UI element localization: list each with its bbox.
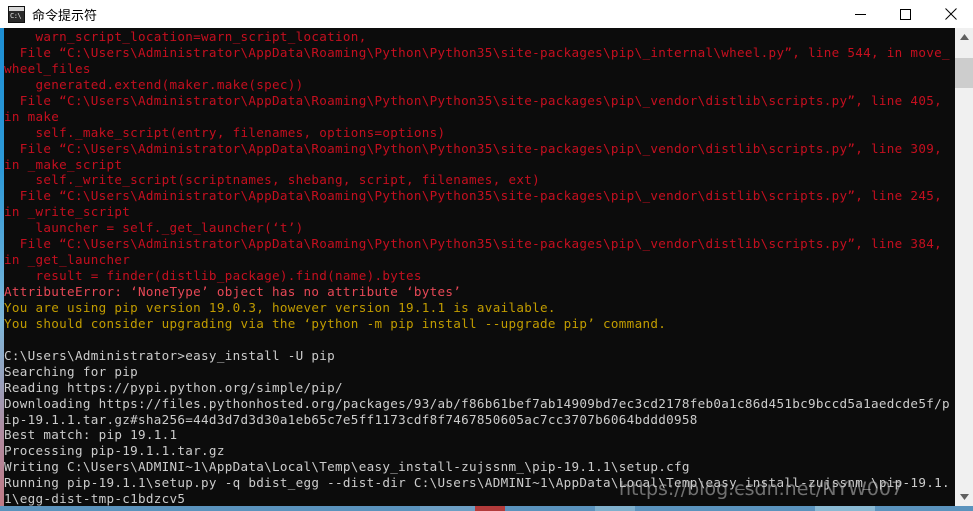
console-line: File “C:\Users\Administrator\AppData\Roa…: [4, 236, 942, 252]
close-button[interactable]: [928, 0, 973, 28]
console-line: result = finder(distlib_package).find(na…: [4, 268, 422, 284]
console-line: in _get_launcher: [4, 252, 131, 268]
console-line: Searching for pip: [4, 363, 138, 379]
console-line: self._make_script(entry, filenames, opti…: [4, 124, 446, 140]
taskbar-segment: [420, 506, 475, 511]
taskbar-segment: [595, 506, 635, 511]
scrollbar-thumb[interactable]: [955, 58, 973, 88]
minimize-button[interactable]: [838, 0, 883, 28]
console-line: Processing pip-19.1.1.tar.gz: [4, 443, 225, 459]
vertical-scrollbar[interactable]: [955, 28, 973, 506]
taskbar-segment: [815, 506, 875, 511]
console-line: generated.extend(maker.make(spec)): [4, 76, 304, 92]
console-line: Best match: pip 19.1.1: [4, 427, 178, 443]
title-bar[interactable]: C:\ 命令提示符: [0, 0, 973, 28]
taskbar-sliver: [0, 506, 973, 511]
taskbar-segment: [505, 506, 595, 511]
taskbar-segment: [0, 506, 420, 511]
title-bar-left: C:\ 命令提示符: [0, 5, 838, 24]
console-line: warn_script_location=warn_script_locatio…: [4, 29, 367, 44]
taskbar-segment: [875, 506, 973, 511]
console-line: 1\egg-dist-tmp-c1bdzcv5: [4, 491, 186, 506]
console-line: Reading https://pypi.python.org/simple/p…: [4, 379, 343, 395]
console-text: warn_script_location=warn_script_locatio…: [4, 28, 955, 506]
console-line-warning: You should consider upgrading via the ‘p…: [4, 315, 667, 331]
console-line: File “C:\Users\Administrator\AppData\Roa…: [4, 44, 950, 60]
console-line-prompt: C:\Users\Administrator>easy_install -U p…: [4, 347, 336, 363]
scroll-down-arrow-icon[interactable]: [955, 488, 973, 506]
console-line: ip-19.1.1.tar.gz#sha256=44d3d7d3d30a1eb6…: [4, 411, 698, 427]
taskbar-segment: [635, 506, 815, 511]
console-line: Running pip-19.1.1\setup.py -q bdist_egg…: [4, 475, 950, 491]
console-line: in make: [4, 108, 60, 124]
console-line: in _write_script: [4, 204, 131, 220]
scroll-up-arrow-icon[interactable]: [955, 28, 973, 46]
console-line: launcher = self._get_launcher(‘t’): [4, 220, 304, 236]
window-title: 命令提示符: [32, 8, 98, 24]
console-output-area[interactable]: warn_script_location=warn_script_locatio…: [4, 28, 955, 506]
console-line-warning: You are using pip version 19.0.3, howeve…: [4, 299, 556, 315]
window-controls: [838, 0, 973, 28]
console-line: File “C:\Users\Administrator\AppData\Roa…: [4, 140, 942, 156]
console-line: File “C:\Users\Administrator\AppData\Roa…: [4, 92, 942, 108]
maximize-button[interactable]: [883, 0, 928, 28]
console-line-blank: [4, 332, 955, 348]
console-line: wheel_files: [4, 60, 91, 76]
console-line: self._write_script(scriptnames, shebang,…: [4, 172, 540, 188]
console-line: Writing C:\Users\ADMINI~1\AppData\Local\…: [4, 459, 690, 475]
taskbar-segment: [475, 506, 505, 511]
console-line: in _make_script: [4, 156, 123, 172]
console-line-error: AttributeError: ‘NoneType’ object has no…: [4, 284, 462, 299]
console-icon: C:\: [8, 5, 25, 23]
console-line: Downloading https://files.pythonhosted.o…: [4, 395, 950, 411]
console-line: File “C:\Users\Administrator\AppData\Roa…: [4, 188, 942, 204]
command-prompt-window: C:\ 命令提示符 warn_script_location=warn_scri…: [0, 0, 973, 511]
